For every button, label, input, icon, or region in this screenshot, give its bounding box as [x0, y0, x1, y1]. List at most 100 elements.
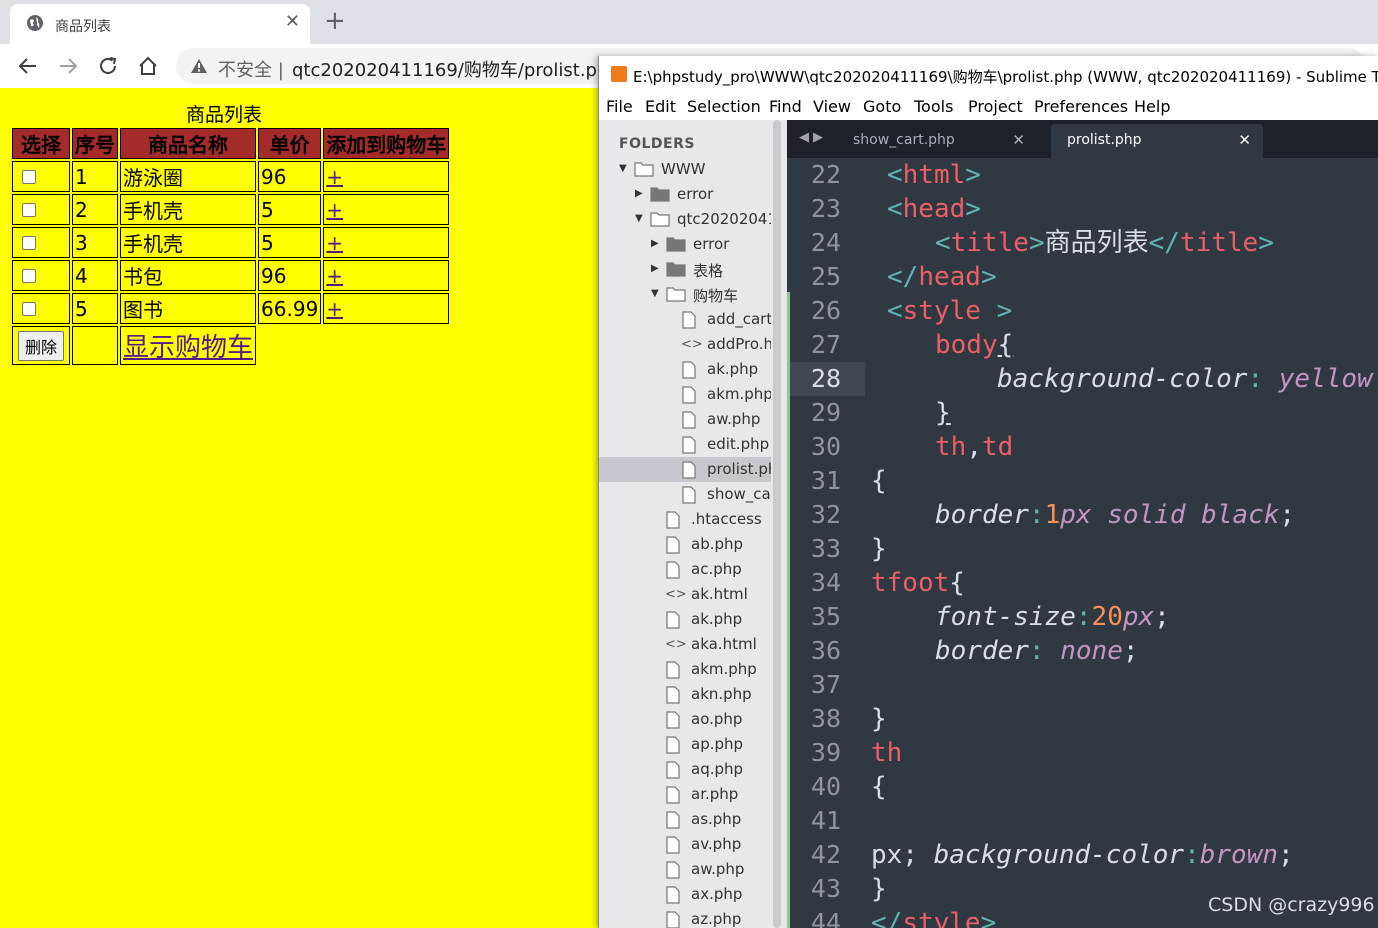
line-number: 43 [787, 872, 865, 906]
sidebar-item[interactable]: aw.php [599, 857, 771, 882]
menu-file[interactable]: File [606, 97, 633, 116]
sidebar-item[interactable]: .htaccess [599, 507, 771, 532]
tab-close-icon[interactable]: ✕ [285, 13, 300, 31]
sidebar-item[interactable]: aq.php [599, 757, 771, 782]
sidebar-item[interactable]: ar.php [599, 782, 771, 807]
browser-tabstrip: 商品列表 ✕ + [0, 0, 1378, 44]
sidebar-item[interactable]: ab.php [599, 532, 771, 557]
sidebar-item[interactable]: add_cart. [599, 307, 771, 332]
delete-cell: 删除 [12, 326, 71, 365]
sidebar-item[interactable]: av.php [599, 832, 771, 857]
sidebar-item[interactable]: ▼ qtc202020411 [599, 207, 771, 232]
code-file-icon: <> [665, 587, 687, 602]
menu-selection[interactable]: Selection [687, 97, 761, 116]
sidebar-item[interactable]: ▶ 表格 [599, 257, 771, 282]
add-to-cart-link[interactable]: + [326, 198, 343, 222]
sidebar-scrollbar[interactable] [773, 120, 781, 928]
sidebar-item[interactable]: az.php [599, 907, 771, 928]
code-file-icon: <> [681, 337, 703, 352]
reload-icon[interactable] [96, 54, 120, 78]
line-number: 37 [787, 668, 865, 702]
file-icon [666, 836, 680, 854]
menu-preferences[interactable]: Preferences [1034, 97, 1128, 116]
code-line: th [871, 738, 903, 768]
select-checkbox[interactable] [22, 301, 36, 316]
show-cart-cell: 显示购物车 [120, 326, 257, 365]
chevron-down-icon[interactable]: ▼ [619, 163, 627, 174]
sidebar-item[interactable]: <> ak.html [599, 582, 771, 607]
select-checkbox[interactable] [22, 268, 36, 283]
select-checkbox[interactable] [22, 169, 36, 184]
tab-close-icon[interactable]: ✕ [1012, 131, 1025, 149]
sidebar-item[interactable]: show_car [599, 482, 771, 507]
line-number: 24 [787, 226, 865, 260]
file-icon [666, 786, 680, 804]
delete-button[interactable]: 删除 [18, 330, 65, 361]
menu-edit[interactable]: Edit [645, 97, 676, 116]
forward-icon[interactable] [56, 54, 80, 78]
add-to-cart-link[interactable]: + [326, 231, 343, 255]
sidebar-item[interactable]: <> aka.html [599, 632, 771, 657]
sidebar-item[interactable]: akn.php [599, 682, 771, 707]
sidebar-item[interactable]: <> addPro.h [599, 332, 771, 357]
select-checkbox[interactable] [22, 202, 36, 217]
back-icon[interactable] [16, 54, 40, 78]
tab-nav-arrows-icon[interactable]: ◀▶ [799, 130, 827, 145]
home-icon[interactable] [136, 54, 160, 78]
sidebar-item[interactable]: ak.php [599, 607, 771, 632]
add-cell: + [323, 260, 450, 291]
sidebar-item-label: ak.php [691, 610, 743, 628]
select-checkbox[interactable] [22, 235, 36, 250]
sidebar-item[interactable]: ▶ error [599, 232, 771, 257]
url-text[interactable]: qtc202020411169/购物车/prolist.php [292, 56, 620, 82]
sidebar-item[interactable]: ▼ WWW [599, 157, 771, 182]
add-to-cart-link[interactable]: + [326, 165, 343, 189]
price-cell: 5 [258, 227, 322, 258]
table-row: 1 游泳圈 96 + [12, 161, 450, 192]
sidebar-item[interactable]: as.php [599, 807, 771, 832]
browser-tab[interactable]: 商品列表 ✕ [10, 4, 310, 44]
folder-icon [666, 262, 686, 277]
menu-goto[interactable]: Goto [863, 97, 901, 116]
sidebar-item[interactable]: akm.php [599, 382, 771, 407]
sidebar-item[interactable]: ak.php [599, 357, 771, 382]
chevron-down-icon[interactable]: ▼ [635, 213, 643, 224]
sidebar-item[interactable]: ao.php [599, 707, 771, 732]
warning-icon[interactable] [190, 58, 208, 74]
tab-close-icon[interactable]: ✕ [1238, 131, 1251, 149]
show-cart-link[interactable]: 显示购物车 [123, 333, 253, 363]
id-cell: 1 [72, 161, 119, 192]
line-number-text: 37 [810, 670, 841, 699]
chevron-right-icon[interactable]: ▶ [635, 188, 643, 199]
sidebar-item-label: qtc202020411 [677, 210, 771, 228]
chevron-right-icon[interactable]: ▶ [651, 263, 659, 274]
sidebar-item[interactable]: ▶ error [599, 182, 771, 207]
tab-show-cart[interactable]: show_cart.php ✕ [837, 124, 1037, 158]
new-tab-icon[interactable]: + [324, 8, 346, 34]
line-number: 36 [787, 634, 865, 668]
sidebar-item[interactable]: ap.php [599, 732, 771, 757]
add-to-cart-link[interactable]: + [326, 297, 343, 321]
sidebar-item[interactable]: edit.php [599, 432, 771, 457]
sidebar-item[interactable]: akm.php [599, 657, 771, 682]
menu-help[interactable]: Help [1134, 97, 1170, 116]
sidebar-item[interactable]: aw.php [599, 407, 771, 432]
add-to-cart-link[interactable]: + [326, 264, 343, 288]
sidebar-item[interactable]: ▼ 购物车 [599, 282, 771, 307]
menu-find[interactable]: Find [769, 97, 802, 116]
sidebar-item[interactable]: ax.php [599, 882, 771, 907]
menu-tools[interactable]: Tools [914, 97, 953, 116]
add-cell: + [323, 293, 450, 324]
sidebar-item[interactable]: ac.php [599, 557, 771, 582]
add-cell: + [323, 161, 450, 192]
menu-project[interactable]: Project [968, 97, 1023, 116]
line-number: 31 [787, 464, 865, 498]
sidebar-item-label: 购物车 [693, 287, 739, 305]
menu-view[interactable]: View [813, 97, 851, 116]
name-cell: 手机壳 [120, 227, 257, 258]
tab-prolist[interactable]: prolist.php ✕ [1051, 124, 1263, 158]
code-area[interactable]: 22 23 24 25 26 27 28 29 30 31 32 33 34 35 36 37 38 39 40 41… [787, 158, 1378, 928]
sidebar-item[interactable]: prolist.ph [599, 457, 771, 482]
chevron-right-icon[interactable]: ▶ [651, 238, 659, 249]
chevron-down-icon[interactable]: ▼ [651, 288, 659, 299]
